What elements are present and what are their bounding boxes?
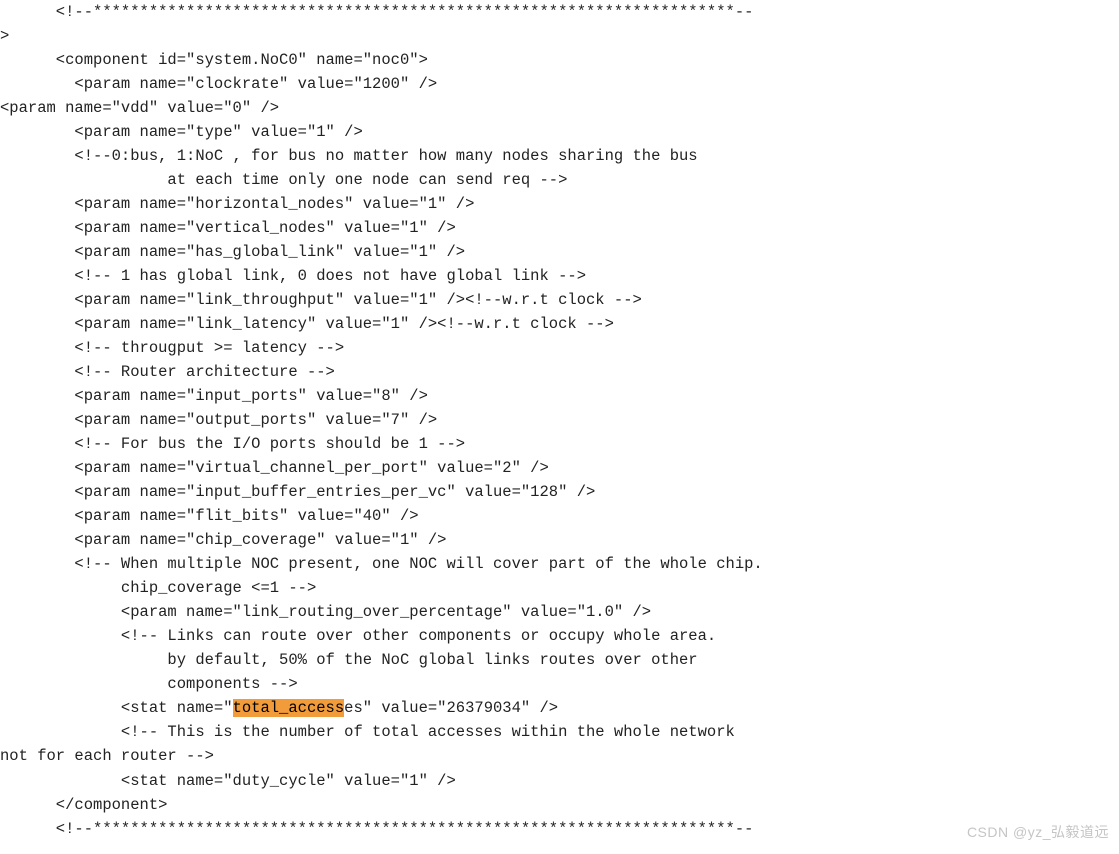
code-line: </component> [0, 796, 167, 814]
code-line: by default, 50% of the NoC global links … [0, 651, 698, 669]
code-line: <!-- 1 has global link, 0 does not have … [0, 267, 586, 285]
code-line: <param name="input_ports" value="8" /> [0, 387, 428, 405]
code-line: <!--************************************… [0, 820, 753, 838]
code-line: <!-- For bus the I/O ports should be 1 -… [0, 435, 465, 453]
code-line: <param name="link_latency" value="1" /><… [0, 315, 614, 333]
code-line: <!-- througput >= latency --> [0, 339, 344, 357]
code-line: <component id="system.NoC0" name="noc0"> [0, 51, 428, 69]
code-line: <!--************************************… [0, 3, 753, 21]
code-line: chip_coverage <=1 --> [0, 579, 316, 597]
code-block: <!--************************************… [0, 0, 1119, 841]
code-line: <param name="type" value="1" /> [0, 123, 363, 141]
code-line: components --> [0, 675, 298, 693]
code-line: <!-- Links can route over other componen… [0, 627, 716, 645]
code-line: <!--0:bus, 1:NoC , for bus no matter how… [0, 147, 698, 165]
code-line: <param name="input_buffer_entries_per_vc… [0, 483, 595, 501]
code-line: <param name="horizontal_nodes" value="1"… [0, 195, 474, 213]
code-fragment: es" value="26379034" /> [344, 699, 558, 717]
code-line: <param name="has_global_link" value="1" … [0, 243, 465, 261]
code-line: <!-- This is the number of total accesse… [0, 723, 735, 741]
code-line: <param name="virtual_channel_per_port" v… [0, 459, 549, 477]
code-line: <param name="flit_bits" value="40" /> [0, 507, 419, 525]
code-line: <param name="output_ports" value="7" /> [0, 411, 437, 429]
code-fragment: <stat name=" [0, 699, 233, 717]
code-line: <!-- When multiple NOC present, one NOC … [0, 555, 763, 573]
code-line: <param name="vdd" value="0" /> [0, 99, 279, 117]
code-line: <param name="link_routing_over_percentag… [0, 603, 651, 621]
watermark: CSDN @yz_弘毅道远 [967, 822, 1109, 844]
code-line: > [0, 27, 9, 45]
code-line: not for each router --> [0, 747, 214, 765]
code-line: <param name="link_throughput" value="1" … [0, 291, 642, 309]
code-line: at each time only one node can send req … [0, 171, 567, 189]
code-line: <!-- Router architecture --> [0, 363, 335, 381]
code-line: <param name="vertical_nodes" value="1" /… [0, 219, 456, 237]
code-line: <stat name="total_accesses" value="26379… [0, 699, 558, 717]
search-highlight: total_access [233, 699, 345, 717]
code-line: <param name="chip_coverage" value="1" /> [0, 531, 446, 549]
code-line: <param name="clockrate" value="1200" /> [0, 75, 437, 93]
code-line: <stat name="duty_cycle" value="1" /> [0, 772, 456, 790]
